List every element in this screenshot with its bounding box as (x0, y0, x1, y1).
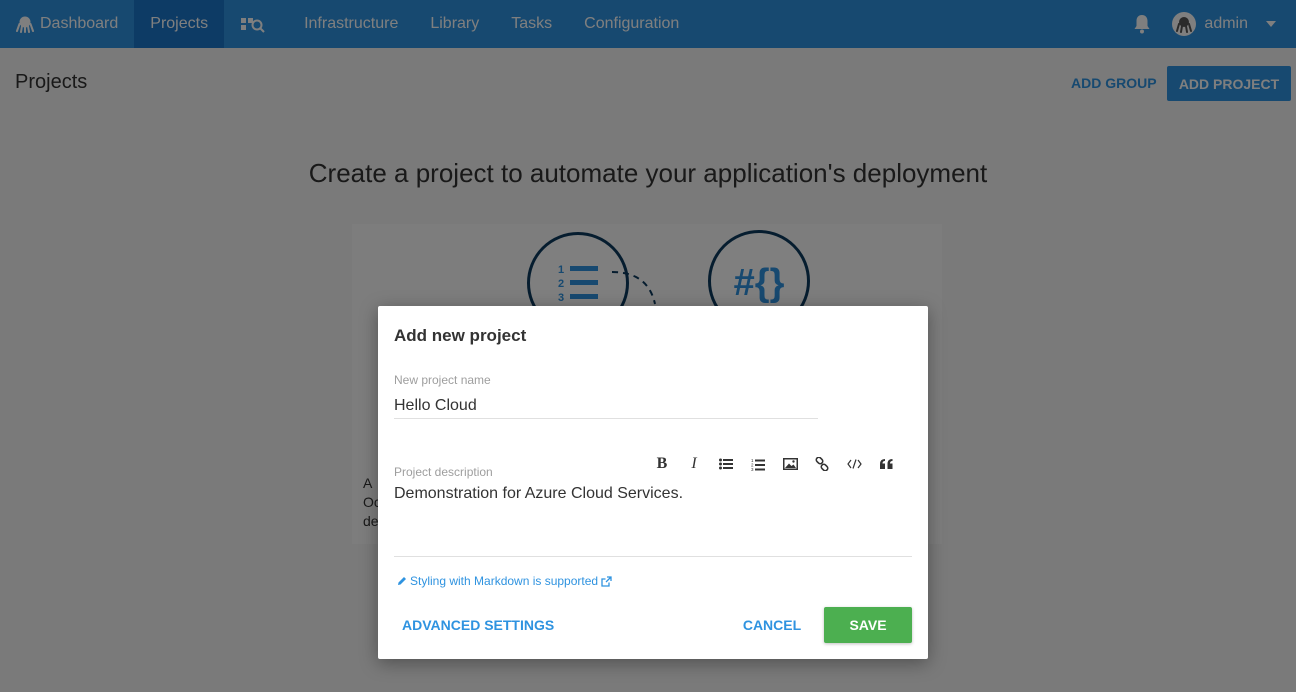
svg-text:3: 3 (751, 467, 754, 471)
bullet-list-icon[interactable] (710, 455, 742, 473)
advanced-settings-button[interactable]: ADVANCED SETTINGS (402, 607, 554, 643)
external-link-icon (601, 575, 612, 587)
cancel-button[interactable]: CANCEL (738, 607, 806, 643)
link-icon[interactable] (806, 455, 838, 473)
pencil-icon (398, 577, 406, 585)
save-button[interactable]: SAVE (824, 607, 912, 643)
numbered-list-icon[interactable]: 123 (742, 455, 774, 473)
project-description-label: Project description (394, 465, 493, 479)
add-project-dialog: Add new project New project name Project… (378, 306, 928, 659)
italic-icon[interactable]: I (678, 455, 710, 473)
markdown-help-link[interactable]: Styling with Markdown is supported (394, 574, 615, 588)
bold-icon[interactable]: B (646, 455, 678, 473)
dialog-title: Add new project (394, 326, 527, 345)
code-icon[interactable] (838, 455, 870, 473)
image-icon[interactable] (774, 455, 806, 473)
markdown-help-text: Styling with Markdown is supported (410, 574, 599, 588)
quote-icon[interactable] (870, 455, 902, 473)
project-description-input[interactable]: Demonstration for Azure Cloud Services. (394, 485, 912, 557)
project-name-input[interactable] (394, 394, 818, 419)
markdown-toolbar: B I 123 (646, 455, 902, 473)
project-name-label: New project name (394, 373, 491, 387)
